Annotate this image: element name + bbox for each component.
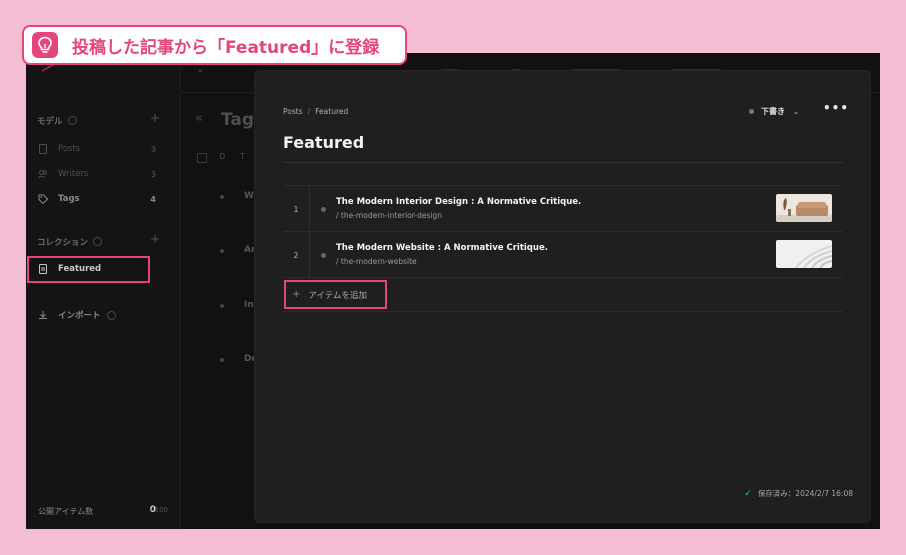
status-dot — [220, 195, 224, 199]
select-all-checkbox[interactable] — [197, 153, 207, 163]
add-model-button[interactable]: + — [150, 111, 160, 125]
tag-icon — [38, 194, 48, 204]
featured-highlight-box — [27, 256, 150, 283]
breadcrumb: Posts / Featured — [283, 107, 348, 116]
item-thumbnail — [776, 240, 832, 268]
item-slug: / the-modern-website — [336, 257, 417, 266]
check-icon: ✓ — [744, 488, 752, 499]
divider — [283, 162, 843, 163]
help-icon[interactable] — [93, 237, 103, 246]
sidebar-item-label: Posts — [58, 144, 81, 154]
collection-editor-modal: Posts / Featured 下書き ⌄ ••• Featured 1 The … — [254, 70, 871, 523]
download-icon — [39, 311, 47, 319]
published-items-counter: 公開アイテム数 0 / 100 — [38, 505, 168, 517]
lightbulb-icon — [32, 32, 58, 58]
sidebar-item-label: Writers — [58, 169, 89, 179]
import-label: インポート — [58, 311, 101, 321]
help-icon[interactable] — [67, 116, 77, 125]
add-item-row: + アイテムを追加 — [283, 278, 843, 312]
breadcrumb-current: Featured — [315, 107, 349, 116]
chevron-down-icon[interactable]: ⌄ — [196, 64, 204, 75]
sidebar-item-posts[interactable]: Posts 3 — [32, 139, 166, 159]
column-header: D — [219, 152, 226, 161]
add-item-button[interactable]: + アイテムを追加 — [284, 280, 387, 309]
item-title: The Modern Website : A Normative Critiqu… — [336, 243, 548, 253]
caption-text: 投稿した記事から「Featured」に登録 — [72, 37, 380, 58]
status-dot — [220, 304, 224, 308]
item-thumbnail — [776, 194, 832, 222]
breadcrumb-root[interactable]: Posts — [283, 107, 303, 116]
status-dot — [321, 253, 326, 258]
models-label: モデル — [37, 117, 63, 127]
users-icon — [38, 170, 48, 179]
sidebar-item-count: 3 — [150, 144, 156, 154]
sidebar-item-tags[interactable]: Tags 4 — [32, 189, 166, 209]
collections-section-header: コレクション — [37, 236, 103, 248]
collections-label: コレクション — [37, 238, 89, 248]
add-item-label: アイテムを追加 — [308, 290, 368, 301]
models-section-header: モデル — [37, 115, 77, 127]
published-max: / 100 — [150, 506, 168, 514]
document-icon — [39, 144, 47, 154]
sidebar-item-count: 4 — [150, 194, 156, 204]
list-item[interactable]: 2 The Modern Website : A Normative Criti… — [283, 232, 843, 278]
status-dot — [220, 249, 224, 253]
collapse-sidebar-icon[interactable]: « — [195, 111, 203, 126]
status-label: 下書き — [761, 107, 785, 116]
saved-label: 保存済み：2024/2/7 16:08 — [757, 489, 853, 498]
item-list: 1 The Modern Interior Design : A Normati… — [283, 185, 843, 312]
breadcrumb-separator: / — [307, 107, 311, 116]
published-label: 公開アイテム数 — [38, 507, 94, 516]
help-icon[interactable] — [106, 310, 116, 320]
import-button[interactable]: インポート — [32, 305, 166, 325]
sidebar-item-count: 3 — [150, 169, 156, 179]
plus-icon: + — [292, 289, 301, 300]
sidebar: モデル + Posts 3 Writers 3 Tags 4 コレクション + … — [26, 53, 181, 529]
interior-thumbnail-image — [776, 194, 832, 222]
item-title: The Modern Interior Design : A Normative… — [336, 197, 582, 207]
saved-status: ✓ 保存済み：2024/2/7 16:08 — [744, 488, 853, 499]
sidebar-item-writers[interactable]: Writers 3 — [32, 164, 166, 184]
caption-badge: 投稿した記事から「Featured」に登録 — [22, 25, 407, 65]
item-slug: / the-modern-interior-design — [336, 211, 442, 220]
status-dot — [220, 358, 224, 362]
status-dropdown[interactable]: 下書き ⌄ — [749, 106, 799, 117]
list-item[interactable]: 1 The Modern Interior Design : A Normati… — [283, 186, 843, 232]
item-index: 2 — [283, 232, 310, 278]
more-options-icon[interactable]: ••• — [823, 101, 849, 115]
chevron-down-icon: ⌄ — [793, 107, 799, 116]
table-row[interactable]: W — [244, 191, 254, 201]
item-index: 1 — [283, 186, 310, 232]
status-dot — [749, 109, 754, 114]
page-title: Featured — [283, 133, 365, 152]
status-dot — [321, 207, 326, 212]
add-collection-button[interactable]: + — [150, 232, 160, 246]
abstract-thumbnail-image — [776, 240, 832, 268]
sidebar-item-label: Tags — [58, 194, 80, 204]
column-header: T — [240, 152, 245, 161]
